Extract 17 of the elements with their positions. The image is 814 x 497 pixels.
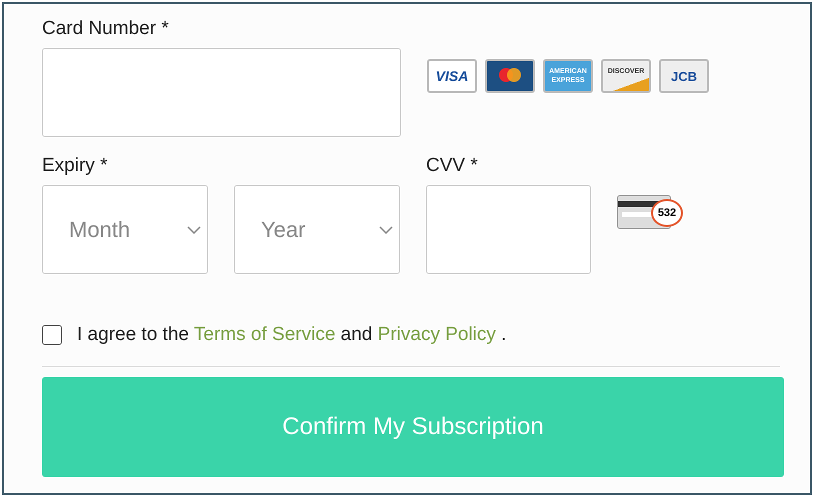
expiry-label: Expiry *	[42, 154, 108, 178]
agree-checkbox[interactable]	[42, 325, 62, 345]
confirm-subscription-button[interactable]: Confirm My Subscription	[42, 377, 784, 477]
year-select[interactable]: Year	[234, 185, 400, 274]
cvv-label: CVV *	[426, 154, 479, 178]
month-select[interactable]: Month	[42, 185, 208, 274]
card-logo: JCB	[659, 59, 709, 93]
card-logo: VISA	[427, 59, 477, 93]
chevron-icon	[379, 226, 393, 234]
card-number-field[interactable]	[42, 48, 401, 137]
chevron-icon	[187, 226, 201, 234]
privacy-link[interactable]: Privacy Policy	[378, 324, 496, 345]
cvv-field[interactable]	[426, 185, 591, 274]
agreement-text: I agree to the Terms of Service and Privacy Policy .	[77, 324, 506, 346]
card-number-label: Card Number *	[42, 17, 170, 41]
card-logo	[485, 59, 535, 93]
terms-link[interactable]: Terms of Service	[194, 324, 336, 345]
